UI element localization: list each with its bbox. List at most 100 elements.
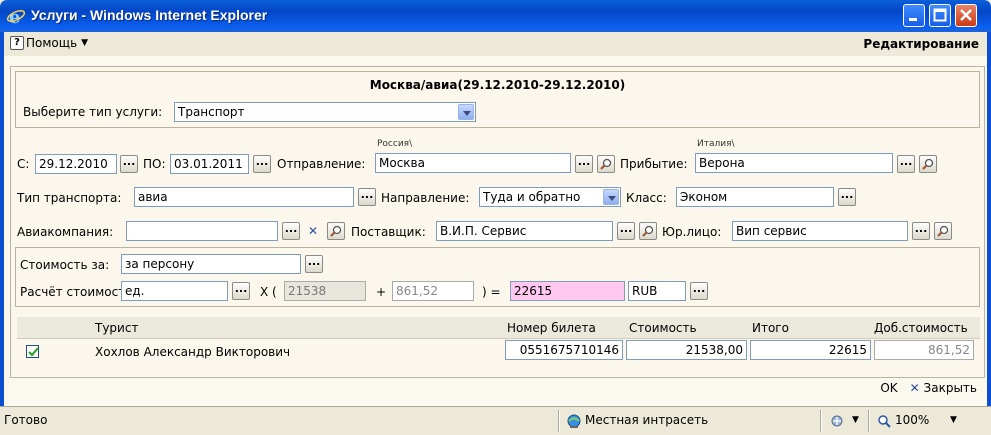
currency-select-button[interactable]: ... xyxy=(690,282,708,300)
column-extra: Доб.стоимость xyxy=(874,321,968,335)
supplier-select-button[interactable]: ... xyxy=(617,222,635,240)
to-date-input[interactable]: 03.01.2011 xyxy=(170,154,249,174)
supplier-input[interactable]: В.И.П. Сервис xyxy=(436,221,613,241)
legal-entity-select-button[interactable]: ... xyxy=(912,222,930,240)
route-title: Москва/авиа(29.12.2010-29.12.2010) xyxy=(369,78,626,92)
arrival-select-button[interactable]: ... xyxy=(897,155,915,173)
arrival-city-input[interactable]: Верона xyxy=(695,153,893,173)
transport-type-select-button[interactable]: ... xyxy=(358,188,376,206)
row-extra-input: 861,52 xyxy=(874,340,974,360)
cost-per-select-button[interactable]: ... xyxy=(305,255,323,273)
arrival-country: Италия\ xyxy=(697,139,735,149)
mode-label: Редактирование xyxy=(863,37,979,51)
legal-entity-search-button[interactable] xyxy=(934,222,952,240)
close-button-label: Закрыть xyxy=(923,381,977,395)
departure-label: Отправление: xyxy=(277,157,366,171)
column-tourist: Турист xyxy=(95,321,139,335)
direction-value: Туда и обратно xyxy=(483,190,581,204)
tourist-table-header: Турист Номер билета Стоимость Итого Доб.… xyxy=(17,317,980,339)
departure-city-input[interactable]: Москва xyxy=(375,153,571,173)
transport-type-input[interactable]: авиа xyxy=(134,187,354,207)
service-type-label: Выберите тип услуги: xyxy=(23,105,163,119)
base-price-input: 21538 xyxy=(284,281,366,301)
plus-label: + xyxy=(376,285,387,299)
search-icon xyxy=(600,158,612,170)
arrival-label: Прибытие: xyxy=(620,157,688,171)
to-date-label: ПО: xyxy=(143,157,166,171)
direction-select[interactable]: Туда и обратно xyxy=(479,187,621,207)
equals-label: ) = xyxy=(482,285,501,299)
from-date-input[interactable]: 29.12.2010 xyxy=(35,154,117,174)
maximize-button[interactable] xyxy=(929,4,951,27)
cost-calc-label: Расчёт стоимости: xyxy=(20,285,138,299)
unit-select-button[interactable]: ... xyxy=(232,282,250,300)
search-icon xyxy=(937,225,949,237)
dialog-actions: OK ✕ Закрыть xyxy=(880,381,977,395)
ok-button[interactable]: OK xyxy=(880,381,897,395)
chevron-down-icon[interactable] xyxy=(603,189,619,205)
column-price: Стоимость xyxy=(629,321,697,335)
extra-price-input: 861,52 xyxy=(392,281,474,301)
airline-select-button[interactable]: ... xyxy=(282,222,300,240)
search-icon xyxy=(330,225,342,237)
status-separator xyxy=(558,410,560,432)
zoom-icon xyxy=(878,415,891,428)
class-input[interactable]: Эконом xyxy=(676,187,834,207)
search-icon xyxy=(922,158,934,170)
tourist-name: Хохлов Александр Викторович xyxy=(95,345,291,359)
menu-bar: ? Помощь ▼ Редактирование xyxy=(0,32,991,56)
ticket-number-input[interactable]: 0551675710146 xyxy=(505,340,623,360)
departure-search-button[interactable] xyxy=(597,155,615,173)
class-select-button[interactable]: ... xyxy=(838,188,856,206)
supplier-label: Поставщик: xyxy=(351,225,426,239)
to-date-picker-button[interactable]: ... xyxy=(253,155,271,173)
chevron-down-icon[interactable]: ▼ xyxy=(852,415,859,425)
chevron-down-icon[interactable]: ▼ xyxy=(950,415,957,425)
transport-type-label: Тип транспорта: xyxy=(17,191,122,205)
cost-per-label: Стоимость за: xyxy=(20,258,110,272)
arrival-search-button[interactable] xyxy=(919,155,937,173)
total-price-input[interactable]: 22615 xyxy=(510,281,625,301)
departure-select-button[interactable]: ... xyxy=(575,155,593,173)
help-icon: ? xyxy=(10,36,24,50)
main-panel: Москва/авиа(29.12.2010-29.12.2010) Выбер… xyxy=(0,56,991,406)
close-icon: ✕ xyxy=(909,381,920,395)
row-price-input[interactable]: 21538,00 xyxy=(626,340,747,360)
close-button[interactable]: ✕ Закрыть xyxy=(910,381,977,395)
direction-label: Направление: xyxy=(381,191,470,205)
chevron-down-icon[interactable] xyxy=(458,104,474,120)
column-total: Итого xyxy=(752,321,789,335)
svg-text:e: e xyxy=(9,7,20,26)
title-bar: e Услуги - Windows Internet Explorer xyxy=(0,0,991,32)
status-separator xyxy=(820,410,822,432)
tourist-checkbox[interactable] xyxy=(26,345,39,358)
departure-country: Россия\ xyxy=(377,139,413,149)
airline-search-button[interactable] xyxy=(327,222,345,240)
unit-input[interactable]: ед. xyxy=(121,281,228,301)
legal-entity-label: Юр.лицо: xyxy=(662,225,722,239)
status-text: Готово xyxy=(4,413,48,427)
window-title: Услуги - Windows Internet Explorer xyxy=(31,7,268,23)
clear-airline-icon[interactable]: ✕ xyxy=(308,224,318,238)
zoom-level[interactable]: 100% xyxy=(895,413,929,427)
from-date-label: С: xyxy=(17,157,30,171)
from-date-picker-button[interactable]: ... xyxy=(120,155,138,173)
help-menu-label: Помощь xyxy=(26,36,78,50)
cost-per-input[interactable]: за персону xyxy=(121,254,301,274)
help-menu[interactable]: ? Помощь ▼ xyxy=(10,36,88,50)
row-total-input[interactable]: 22615 xyxy=(750,340,871,360)
dropdown-arrow-icon: ▼ xyxy=(81,38,89,48)
cost-section: Стоимость за: за персону ... Расчёт стои… xyxy=(15,247,980,307)
legal-entity-input[interactable]: Вип сервис xyxy=(732,221,908,241)
currency-input[interactable]: RUB xyxy=(628,281,686,301)
minimize-button[interactable] xyxy=(903,4,925,27)
service-type-select[interactable]: Транспорт xyxy=(174,102,476,122)
supplier-search-button[interactable] xyxy=(639,222,657,240)
class-label: Класс: xyxy=(626,191,667,205)
close-window-button[interactable] xyxy=(955,4,977,27)
service-form: Москва/авиа(29.12.2010-29.12.2010) Выбер… xyxy=(10,66,985,378)
protected-mode-icon[interactable] xyxy=(830,414,846,429)
airline-input[interactable] xyxy=(126,221,278,241)
airline-label: Авиакомпания: xyxy=(17,225,114,239)
checkmark-icon xyxy=(28,347,39,357)
